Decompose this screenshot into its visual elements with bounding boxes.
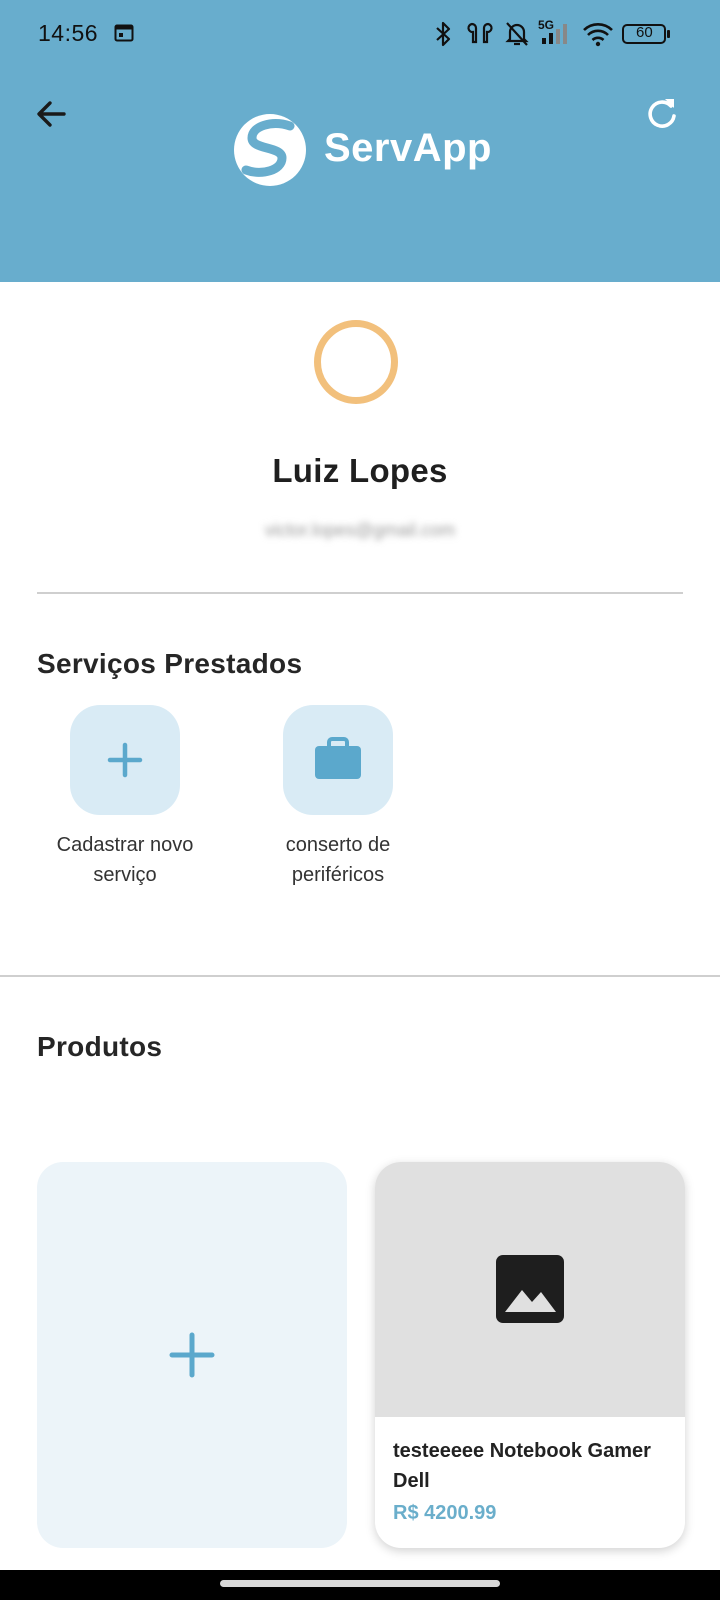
image-placeholder-icon xyxy=(496,1255,564,1323)
user-email: victor.lopes@gmail.com xyxy=(264,520,456,540)
app-logo: ServApp xyxy=(232,112,492,188)
avatar[interactable] xyxy=(314,320,398,404)
refresh-icon xyxy=(648,99,676,128)
product-title: testeeeee Notebook Gamer Dell xyxy=(393,1440,651,1492)
status-icons: 5G 60 xyxy=(432,18,672,53)
divider xyxy=(0,975,720,977)
product-image xyxy=(375,1162,685,1417)
status-time: 14:56 xyxy=(38,20,99,46)
service-item-label: conserto de periféricos xyxy=(285,834,391,886)
status-bar: 14:56 5G 60 xyxy=(0,0,720,70)
plus-icon xyxy=(169,1332,215,1378)
servapp-logo-icon xyxy=(234,114,306,186)
briefcase-icon xyxy=(315,737,361,779)
user-name: Luiz Lopes xyxy=(272,452,448,489)
product-price: R$ 4200.99 xyxy=(393,1502,497,1524)
products-section-title: Produtos xyxy=(37,1031,163,1062)
back-button[interactable] xyxy=(30,92,74,136)
signal-icon xyxy=(540,20,574,53)
service-item[interactable] xyxy=(283,705,393,815)
divider xyxy=(37,592,683,594)
add-product-button[interactable] xyxy=(37,1162,347,1548)
services-section-title: Serviços Prestados xyxy=(37,648,303,679)
bell-muted-icon xyxy=(504,20,530,53)
bluetooth-icon xyxy=(432,20,454,53)
plus-icon xyxy=(107,742,143,778)
app-name: ServApp xyxy=(324,126,492,170)
refresh-button[interactable] xyxy=(640,92,684,136)
product-card[interactable]: testeeeee Notebook Gamer Dell R$ 4200.99 xyxy=(375,1162,685,1548)
earbuds-icon xyxy=(466,20,494,53)
add-service-button[interactable] xyxy=(70,705,180,815)
home-gesture-handle[interactable] xyxy=(220,1580,500,1587)
arrow-left-icon xyxy=(37,101,66,127)
add-service-label: Cadastrar novo serviço xyxy=(56,834,194,886)
app-header: 14:56 5G 60 ServApp xyxy=(0,0,720,282)
wifi-icon xyxy=(582,20,614,53)
calendar-icon xyxy=(114,23,134,48)
battery-level: 60 xyxy=(636,24,653,41)
